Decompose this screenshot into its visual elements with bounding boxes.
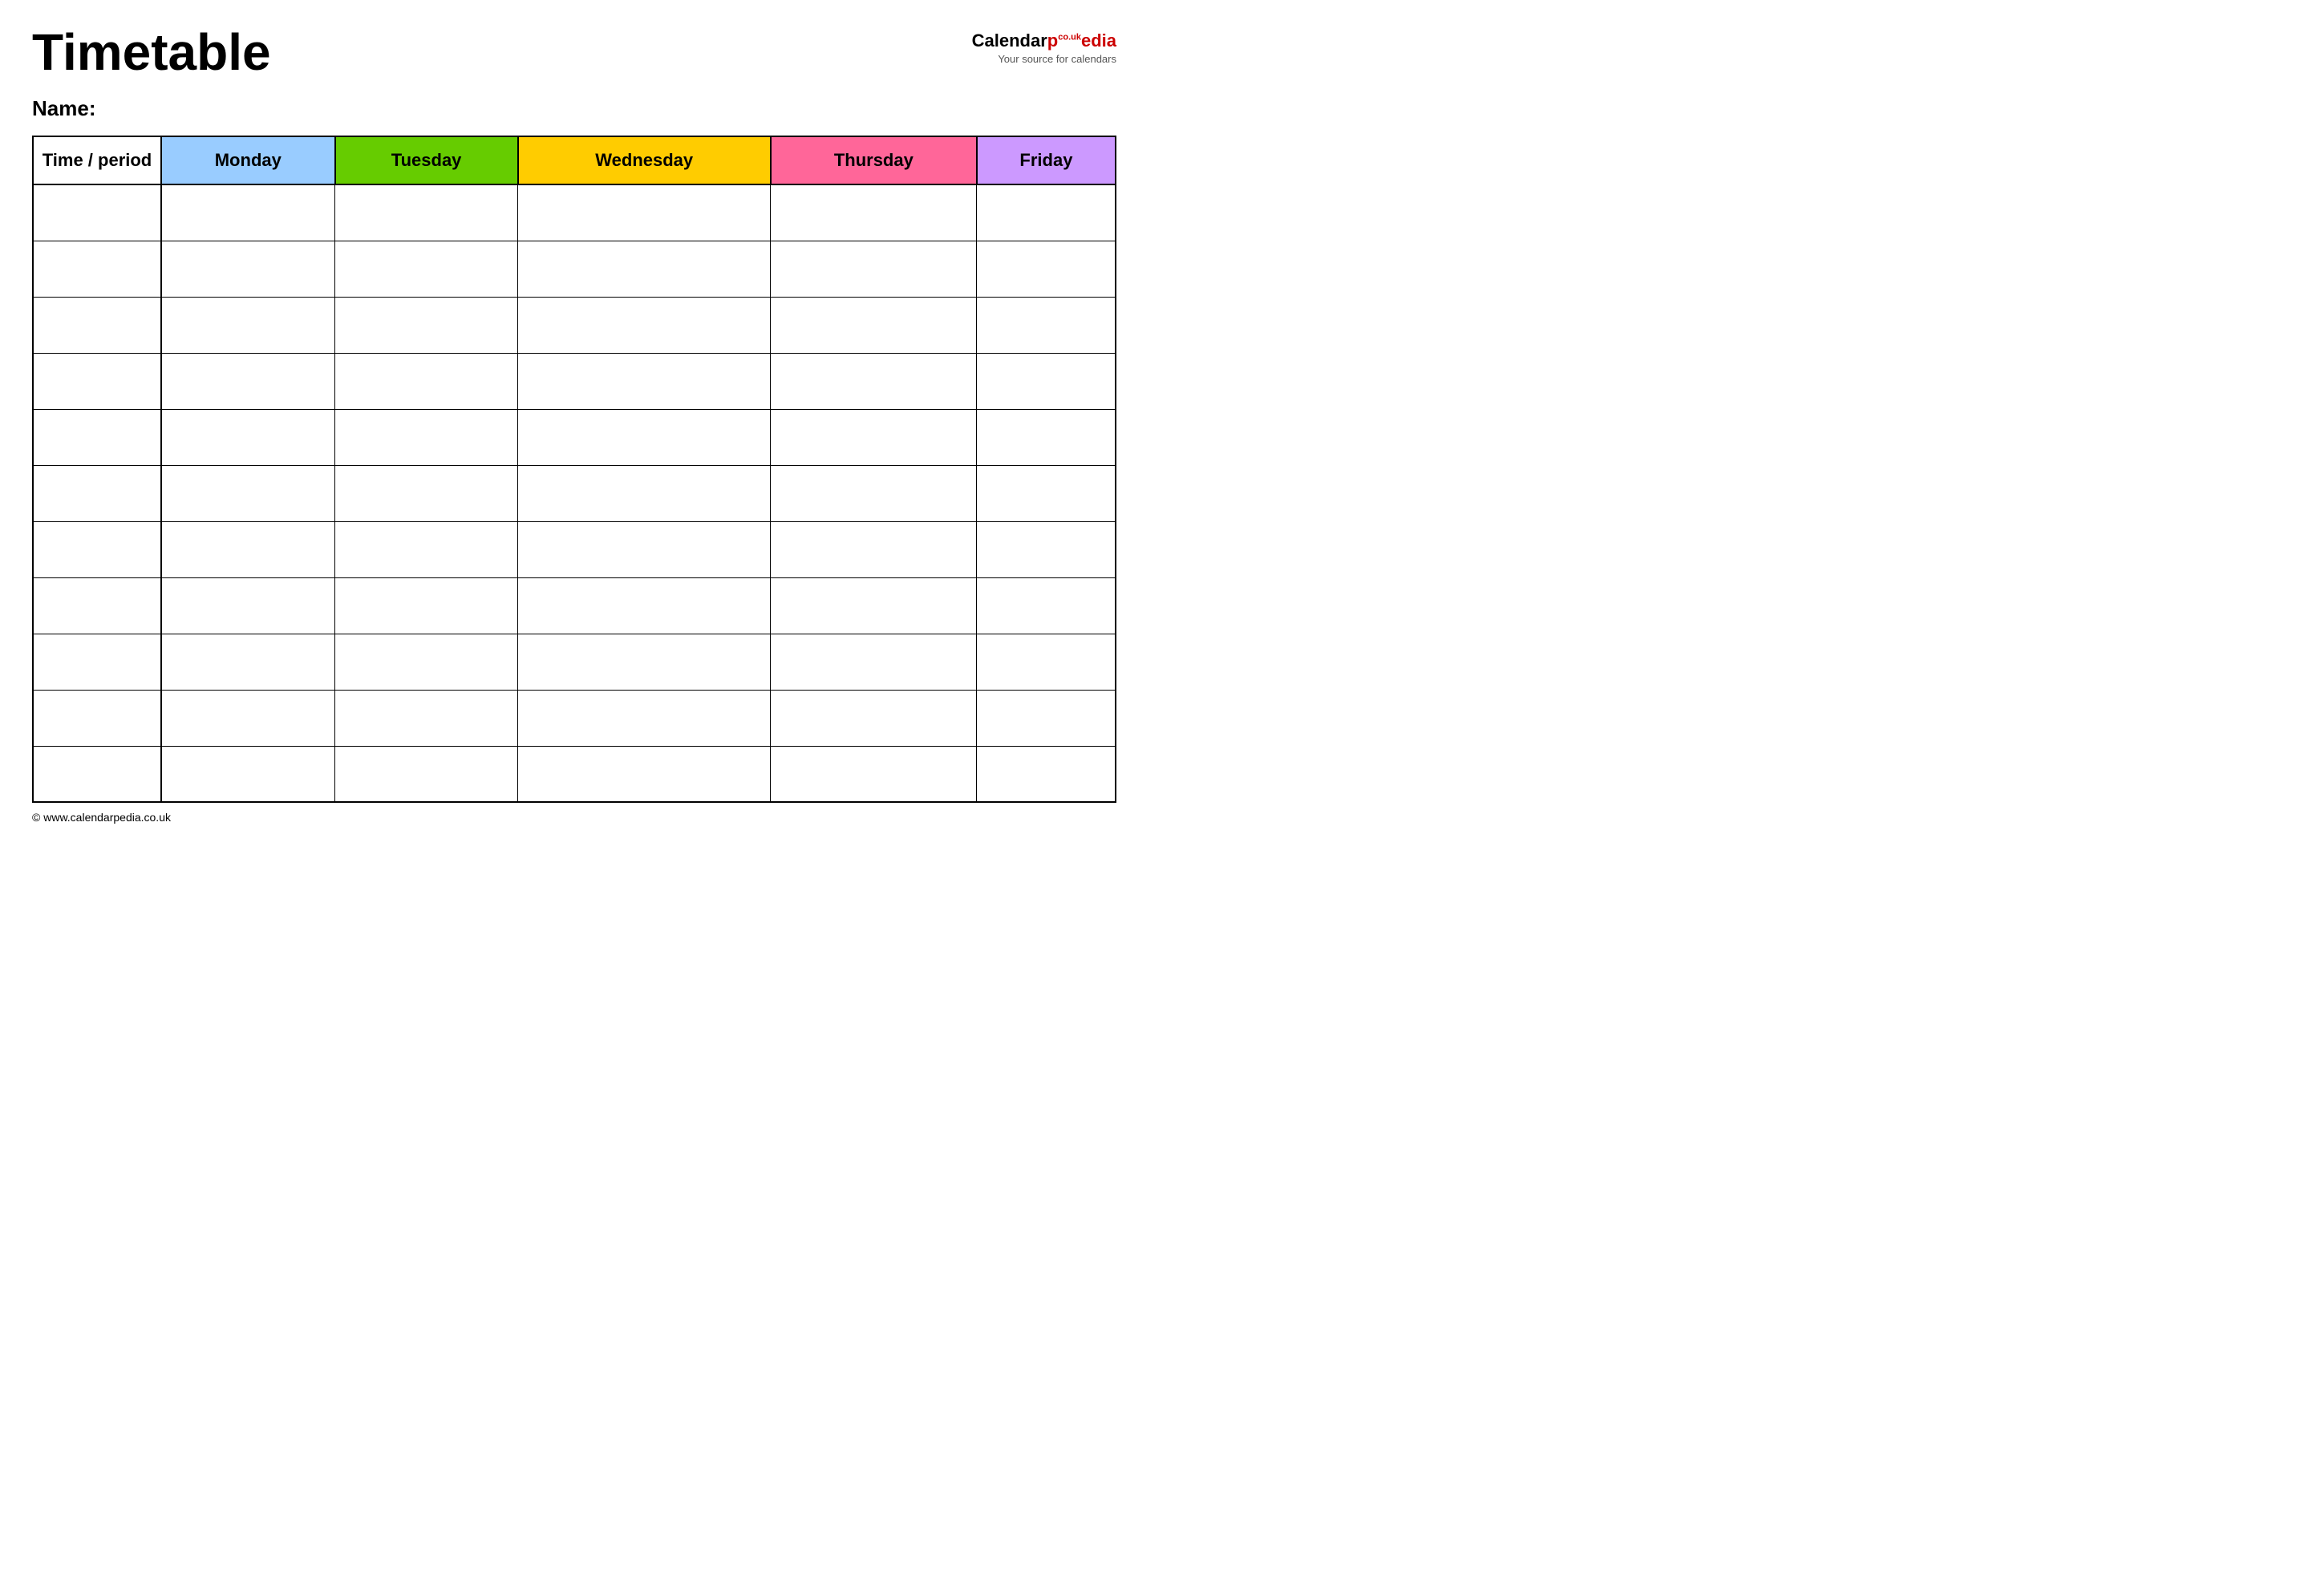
table-cell: [33, 297, 161, 353]
table-cell: [518, 297, 771, 353]
name-label: Name:: [32, 96, 95, 120]
header-monday: Monday: [161, 136, 335, 184]
table-row: [33, 690, 1116, 746]
table-cell: [161, 184, 335, 241]
table-cell: [161, 690, 335, 746]
table-row: [33, 577, 1116, 634]
header-thursday: Thursday: [771, 136, 977, 184]
table-cell: [518, 241, 771, 297]
table-cell: [161, 634, 335, 690]
table-cell: [335, 577, 518, 634]
table-cell: [977, 353, 1116, 409]
header-wednesday: Wednesday: [518, 136, 771, 184]
table-cell: [771, 521, 977, 577]
table-cell: [771, 353, 977, 409]
logo-text: Calendarpco.ukedia: [972, 30, 1116, 51]
table-cell: [335, 521, 518, 577]
table-cell: [771, 409, 977, 465]
table-cell: [33, 746, 161, 802]
table-cell: [33, 409, 161, 465]
table-cell: [977, 184, 1116, 241]
table-row: [33, 634, 1116, 690]
table-cell: [161, 465, 335, 521]
logo-calendar: Calendar: [972, 30, 1047, 51]
table-row: [33, 521, 1116, 577]
footer-url: © www.calendarpedia.co.uk: [32, 811, 171, 824]
table-cell: [771, 577, 977, 634]
table-cell: [771, 465, 977, 521]
table-cell: [335, 634, 518, 690]
table-cell: [518, 634, 771, 690]
table-cell: [33, 577, 161, 634]
logo-area: Calendarpco.ukedia Your source for calen…: [972, 24, 1116, 65]
table-cell: [518, 465, 771, 521]
table-cell: [33, 184, 161, 241]
header-friday: Friday: [977, 136, 1116, 184]
logo-tagline: Your source for calendars: [998, 53, 1116, 65]
table-cell: [161, 241, 335, 297]
table-cell: [33, 353, 161, 409]
page-title: Timetable: [32, 24, 271, 80]
table-cell: [161, 521, 335, 577]
table-row: [33, 297, 1116, 353]
table-cell: [33, 241, 161, 297]
table-row: [33, 746, 1116, 802]
table-cell: [335, 353, 518, 409]
table-cell: [33, 634, 161, 690]
table-cell: [977, 746, 1116, 802]
table-row: [33, 353, 1116, 409]
name-row: Name:: [32, 96, 1116, 121]
table-cell: [161, 746, 335, 802]
table-cell: [518, 690, 771, 746]
table-cell: [518, 577, 771, 634]
footer: © www.calendarpedia.co.uk: [32, 811, 1116, 824]
table-cell: [771, 184, 977, 241]
table-cell: [335, 297, 518, 353]
table-cell: [161, 409, 335, 465]
table-row: [33, 241, 1116, 297]
table-row: [33, 409, 1116, 465]
logo-couk: co.uk: [1058, 33, 1081, 43]
timetable: Time / period Monday Tuesday Wednesday T…: [32, 136, 1116, 803]
table-cell: [335, 746, 518, 802]
table-row: [33, 465, 1116, 521]
table-cell: [977, 577, 1116, 634]
table-cell: [33, 521, 161, 577]
table-cell: [335, 690, 518, 746]
table-cell: [977, 521, 1116, 577]
table-cell: [977, 690, 1116, 746]
table-cell: [335, 184, 518, 241]
table-cell: [771, 241, 977, 297]
table-cell: [977, 465, 1116, 521]
table-cell: [518, 353, 771, 409]
table-cell: [518, 409, 771, 465]
table-cell: [161, 353, 335, 409]
table-cell: [977, 634, 1116, 690]
table-cell: [335, 241, 518, 297]
table-cell: [977, 241, 1116, 297]
table-cell: [771, 297, 977, 353]
table-cell: [771, 746, 977, 802]
logo-pedia: pco.ukedia: [1047, 30, 1116, 51]
table-cell: [771, 690, 977, 746]
timetable-body: [33, 184, 1116, 802]
table-cell: [33, 465, 161, 521]
table-header-row: Time / period Monday Tuesday Wednesday T…: [33, 136, 1116, 184]
table-cell: [771, 634, 977, 690]
table-cell: [977, 297, 1116, 353]
table-cell: [335, 409, 518, 465]
table-cell: [977, 409, 1116, 465]
header-tuesday: Tuesday: [335, 136, 518, 184]
table-cell: [161, 297, 335, 353]
header-time-period: Time / period: [33, 136, 161, 184]
table-cell: [161, 577, 335, 634]
table-cell: [518, 184, 771, 241]
header: Timetable Calendarpco.ukedia Your source…: [32, 24, 1116, 80]
table-row: [33, 184, 1116, 241]
table-cell: [518, 746, 771, 802]
table-cell: [518, 521, 771, 577]
table-cell: [335, 465, 518, 521]
table-cell: [33, 690, 161, 746]
